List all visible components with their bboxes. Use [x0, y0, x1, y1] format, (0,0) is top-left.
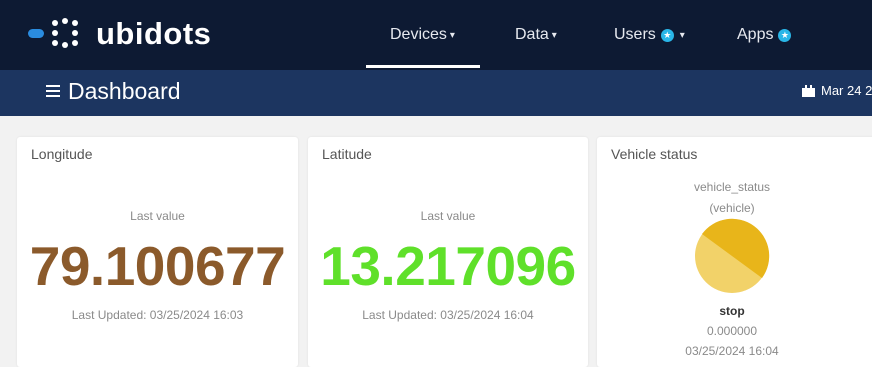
star-badge-icon: ★: [660, 28, 674, 42]
widget-vehicle-status[interactable]: Vehicle status vehicle_status (vehicle) …: [597, 137, 872, 367]
widget-title: Vehicle status: [611, 146, 698, 162]
variable-name: vehicle_status: [693, 180, 771, 194]
brand-name: ubidots: [96, 16, 212, 51]
status-state: stop: [719, 304, 745, 318]
widget-title: Latitude: [322, 146, 372, 162]
status-value: 0.000000: [706, 324, 758, 338]
nav-users-label: Users: [614, 26, 656, 43]
device-name: (vehicle): [709, 201, 755, 215]
widget-latitude[interactable]: Latitude Last value 13.217096 Last Updat…: [308, 137, 588, 367]
nav-data[interactable]: Data ▾: [515, 0, 557, 70]
star-badge-icon: ★: [778, 28, 792, 42]
last-value-label: Last value: [130, 209, 185, 223]
active-nav-indicator: [366, 65, 480, 68]
chevron-down-icon: ▾: [551, 29, 557, 41]
widget-title: Longitude: [31, 146, 93, 162]
page-title: Dashboard: [68, 78, 181, 104]
nav-devices-label: Devices: [390, 26, 447, 43]
status-indicator-pie: [695, 218, 770, 293]
nav-users[interactable]: Users ★ ▾: [614, 0, 685, 70]
chevron-down-icon: ▾: [449, 29, 455, 41]
latitude-value: 13.217096: [320, 235, 576, 297]
nav-apps[interactable]: Apps ★: [737, 0, 792, 70]
calendar-icon[interactable]: [802, 85, 815, 97]
nav-devices[interactable]: Devices ▾: [390, 0, 455, 70]
last-updated-text: Last Updated: 03/25/2024 16:03: [71, 308, 244, 322]
nav-data-label: Data: [515, 26, 549, 43]
hamburger-menu-icon[interactable]: [46, 84, 60, 98]
longitude-value: 79.100677: [29, 235, 286, 297]
date-range-picker[interactable]: Mar 24 2: [821, 83, 872, 98]
nav-apps-label: Apps: [737, 26, 774, 43]
ubidots-logo[interactable]: ubidots: [22, 14, 211, 54]
last-updated-text: Last Updated: 03/25/2024 16:04: [362, 308, 534, 322]
chevron-down-icon: ▾: [679, 29, 685, 41]
ubidots-logo-icon: [22, 14, 90, 54]
widget-longitude[interactable]: Longitude Last value 79.100677 Last Upda…: [17, 137, 298, 367]
last-value-label: Last value: [420, 209, 476, 223]
